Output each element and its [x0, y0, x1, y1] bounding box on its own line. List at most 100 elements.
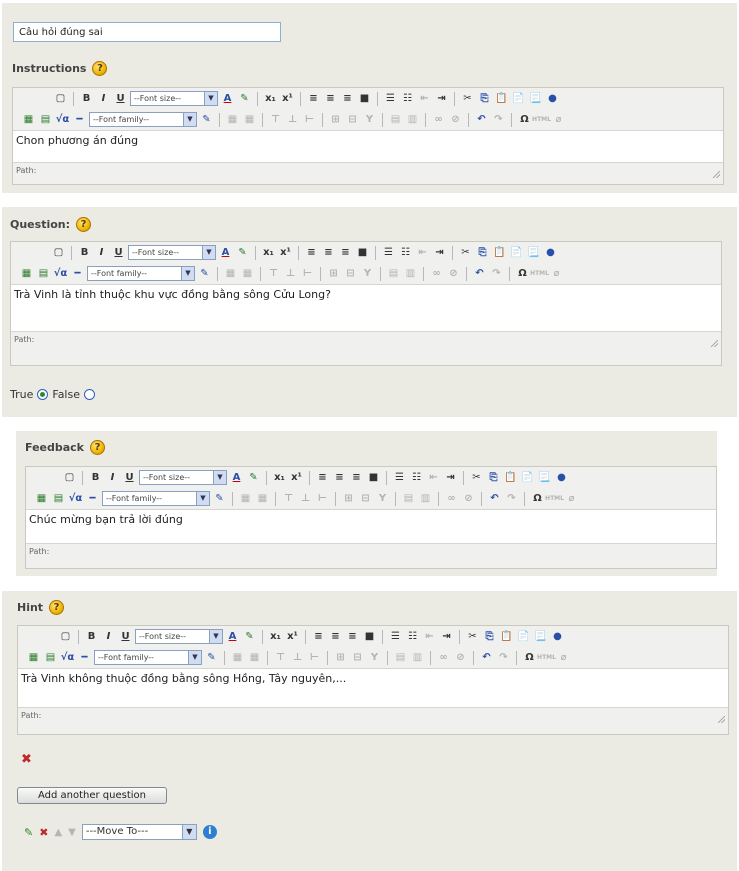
horizontal-rule-icon[interactable]: ━	[77, 650, 92, 666]
html-source-icon[interactable]: HTML	[537, 650, 556, 666]
insert-image-icon[interactable]: ▦	[21, 112, 36, 128]
ordered-list-icon[interactable]: ☷	[405, 629, 420, 645]
cleanup-icon[interactable]: ⌀	[549, 266, 564, 282]
split-cells-icon[interactable]: ⊟	[345, 112, 360, 128]
indent-icon[interactable]: ⇥	[439, 629, 454, 645]
horizontal-rule-icon[interactable]: ━	[70, 266, 85, 282]
insert-row-icon[interactable]: ⊤	[273, 650, 288, 666]
help-editor-icon[interactable]: ●	[550, 629, 565, 645]
link-icon[interactable]: ∞	[431, 112, 446, 128]
italic-icon[interactable]: I	[105, 470, 120, 486]
paste-word-icon[interactable]: 📃	[537, 470, 552, 486]
cleanup-icon[interactable]: ⌀	[564, 491, 579, 507]
insert-col-icon[interactable]: ⊢	[307, 650, 322, 666]
subscript-icon[interactable]: x₁	[268, 629, 283, 645]
horizontal-rule-icon[interactable]: ━	[72, 112, 87, 128]
paste-word-icon[interactable]: 📃	[533, 629, 548, 645]
new-document-icon[interactable]: ▢	[53, 91, 68, 107]
underline-icon[interactable]: U	[122, 470, 137, 486]
link-icon[interactable]: ∞	[444, 491, 459, 507]
resize-grip-icon[interactable]	[718, 716, 725, 723]
question-content[interactable]: Trà Vinh là tỉnh thuộc khu vực đồng bằng…	[11, 284, 721, 332]
special-char-icon[interactable]: Ω	[522, 650, 537, 666]
resize-grip-icon[interactable]	[713, 171, 720, 178]
font-size-select[interactable]: --Font size-- ▼	[139, 470, 227, 485]
font-family-select[interactable]: --Font family-- ▼	[89, 112, 197, 127]
cut-icon[interactable]: ✂	[460, 91, 475, 107]
special-char-icon[interactable]: Ω	[517, 112, 532, 128]
row-props-icon[interactable]: ▤	[386, 266, 401, 282]
italic-icon[interactable]: I	[94, 245, 109, 261]
cleanup-icon[interactable]: ⌀	[551, 112, 566, 128]
align-left-icon[interactable]: ≡	[311, 629, 326, 645]
highlight-color-icon[interactable]: ✎	[242, 629, 257, 645]
html-source-icon[interactable]: HTML	[532, 112, 551, 128]
new-document-icon[interactable]: ▢	[62, 470, 77, 486]
table-icon[interactable]: ▦	[223, 266, 238, 282]
align-center-icon[interactable]: ≡	[328, 629, 343, 645]
table-icon[interactable]: ▦	[238, 491, 253, 507]
insert-media-icon[interactable]: ▤	[38, 112, 53, 128]
font-family-select[interactable]: --Font family-- ▼	[87, 266, 195, 281]
delete-small-icon[interactable]: ✖	[39, 826, 48, 839]
split-cells-icon[interactable]: ⊟	[350, 650, 365, 666]
align-left-icon[interactable]: ≡	[315, 470, 330, 486]
bold-icon[interactable]: B	[84, 629, 99, 645]
superscript-icon[interactable]: x¹	[280, 91, 295, 107]
help-icon[interactable]: ?	[90, 440, 105, 455]
equation-icon[interactable]: √α	[55, 112, 70, 128]
copy-icon[interactable]: ⎘	[475, 245, 490, 261]
delete-icon[interactable]: ✖	[21, 752, 32, 767]
ordered-list-icon[interactable]: ☷	[398, 245, 413, 261]
merge-cells-icon[interactable]: ⊞	[326, 266, 341, 282]
align-center-icon[interactable]: ≡	[323, 91, 338, 107]
undo-icon[interactable]: ↶	[487, 491, 502, 507]
copy-icon[interactable]: ⎘	[486, 470, 501, 486]
row-props-icon[interactable]: ▤	[393, 650, 408, 666]
cleanup-icon[interactable]: ⌀	[556, 650, 571, 666]
help-icon[interactable]: ?	[49, 600, 65, 615]
align-left-icon[interactable]: ≡	[304, 245, 319, 261]
paste-text-icon[interactable]: 📄	[511, 91, 526, 107]
copy-icon[interactable]: ⎘	[477, 91, 492, 107]
cut-icon[interactable]: ✂	[465, 629, 480, 645]
link-icon[interactable]: ∞	[429, 266, 444, 282]
cell-props-icon[interactable]: Y	[375, 491, 390, 507]
insert-col-icon[interactable]: ⊢	[300, 266, 315, 282]
cell-props-icon[interactable]: Y	[362, 112, 377, 128]
paste-text-icon[interactable]: 📄	[509, 245, 524, 261]
move-up-icon[interactable]: ▲	[54, 827, 62, 838]
equation-icon[interactable]: √α	[68, 491, 83, 507]
unordered-list-icon[interactable]: ☰	[383, 91, 398, 107]
unordered-list-icon[interactable]: ☰	[392, 470, 407, 486]
superscript-icon[interactable]: x¹	[289, 470, 304, 486]
ordered-list-icon[interactable]: ☷	[409, 470, 424, 486]
paste-icon[interactable]: 📋	[492, 245, 507, 261]
merge-cells-icon[interactable]: ⊞	[333, 650, 348, 666]
question-name-input[interactable]	[13, 22, 281, 42]
align-center-icon[interactable]: ≡	[332, 470, 347, 486]
help-editor-icon[interactable]: ●	[545, 91, 560, 107]
underline-icon[interactable]: U	[118, 629, 133, 645]
insert-image-icon[interactable]: ▦	[34, 491, 49, 507]
split-cells-icon[interactable]: ⊟	[358, 491, 373, 507]
special-char-icon[interactable]: Ω	[515, 266, 530, 282]
undo-icon[interactable]: ↶	[479, 650, 494, 666]
insert-row-icon[interactable]: ⊤	[268, 112, 283, 128]
align-right-icon[interactable]: ≡	[338, 245, 353, 261]
align-left-icon[interactable]: ≡	[306, 91, 321, 107]
insert-col-icon[interactable]: ⊢	[315, 491, 330, 507]
paste-word-icon[interactable]: 📃	[528, 91, 543, 107]
true-radio[interactable]	[37, 389, 49, 400]
html-source-icon[interactable]: HTML	[545, 491, 564, 507]
insert-row-icon[interactable]: ⊤	[281, 491, 296, 507]
paste-word-icon[interactable]: 📃	[526, 245, 541, 261]
font-size-select[interactable]: --Font size-- ▼	[130, 91, 218, 106]
font-family-select[interactable]: --Font family-- ▼	[102, 491, 210, 506]
outdent-icon[interactable]: ⇤	[422, 629, 437, 645]
instructions-content[interactable]: Chon phương án đúng	[13, 130, 723, 163]
underline-icon[interactable]: U	[113, 91, 128, 107]
table-icon[interactable]: ▦	[230, 650, 245, 666]
font-size-select[interactable]: --Font size-- ▼	[128, 245, 216, 260]
cut-icon[interactable]: ✂	[469, 470, 484, 486]
